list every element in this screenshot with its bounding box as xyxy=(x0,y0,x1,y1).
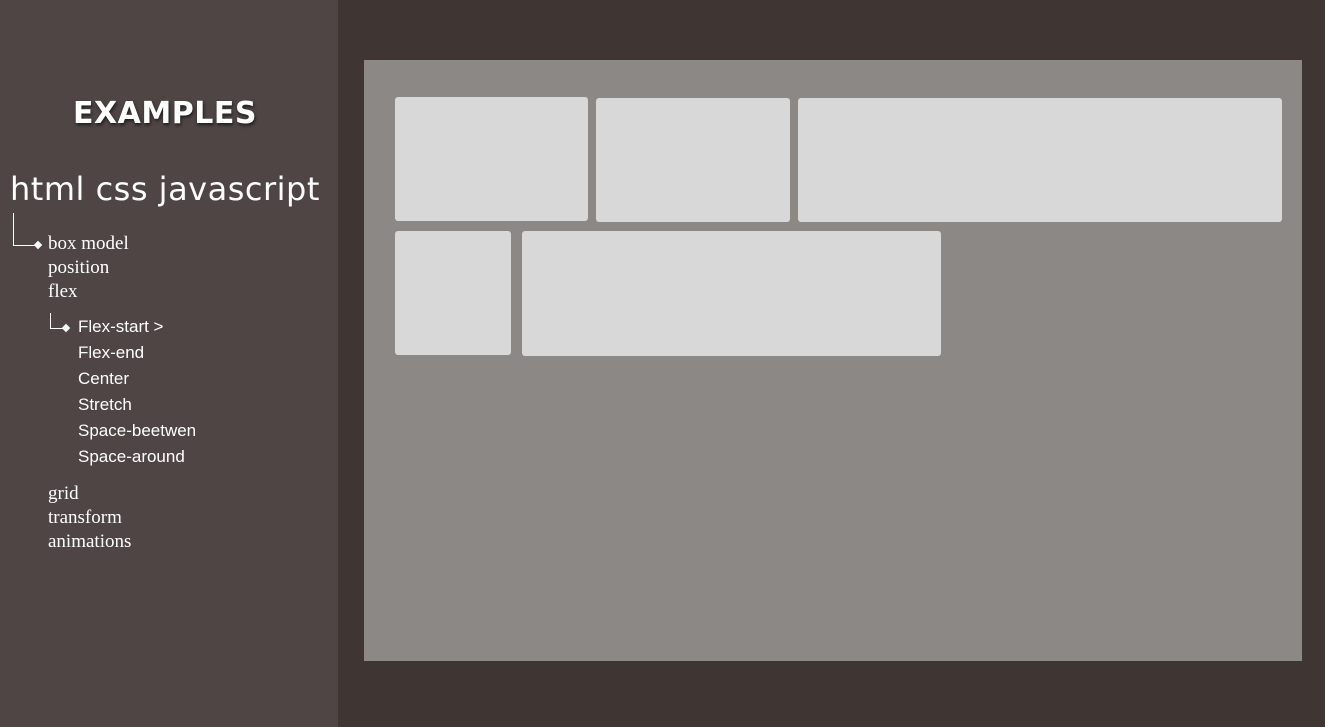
flex-demo-box xyxy=(395,231,511,355)
nav-item-flex[interactable]: flex xyxy=(48,281,78,303)
sub-tree-bullet-icon xyxy=(61,323,71,333)
nav-item-box-model[interactable]: box model xyxy=(48,233,129,255)
sidebar-title: EXAMPLES xyxy=(73,96,257,131)
sub-tree-connector-icon xyxy=(50,313,63,329)
flex-sub-item-center[interactable]: Center xyxy=(78,369,129,389)
flex-sub-item-space-between[interactable]: Space-beetwen xyxy=(78,421,196,441)
tech-heading: html css javascript xyxy=(10,170,320,208)
tree-connector-icon xyxy=(13,213,36,246)
sidebar: EXAMPLES html css javascript box model p… xyxy=(0,0,338,727)
nav-item-transform[interactable]: transform xyxy=(48,507,122,529)
flex-demo-box xyxy=(798,98,1282,222)
nav-item-position[interactable]: position xyxy=(48,257,109,279)
flex-sub-item-flex-end[interactable]: Flex-end xyxy=(78,343,144,363)
flex-demo-box xyxy=(522,231,941,356)
flex-sub-item-stretch[interactable]: Stretch xyxy=(78,395,132,415)
flex-demo-box xyxy=(596,98,790,222)
flex-sub-item-space-around[interactable]: Space-around xyxy=(78,447,185,467)
flex-demo-stage xyxy=(364,60,1302,661)
nav-item-grid[interactable]: grid xyxy=(48,483,79,505)
flex-sub-item-flex-start[interactable]: Flex-start > xyxy=(78,317,164,337)
tree-bullet-icon xyxy=(33,240,43,250)
flex-demo-box xyxy=(395,97,588,221)
nav-item-animations[interactable]: animations xyxy=(48,531,131,553)
